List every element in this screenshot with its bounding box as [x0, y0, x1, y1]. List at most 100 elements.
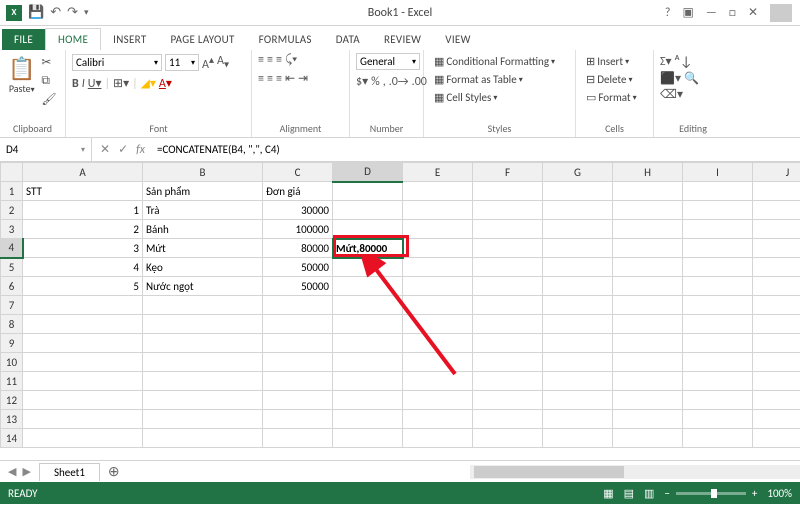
col-header[interactable]: E [403, 163, 473, 182]
font-color-icon[interactable]: A▾ [159, 76, 172, 91]
indent-decrease-icon[interactable]: ⇤ [285, 71, 295, 86]
cancel-formula-icon[interactable]: ✕ [100, 142, 110, 157]
tab-formulas[interactable]: FORMULAS [247, 29, 324, 50]
fx-icon[interactable]: fx [136, 143, 145, 157]
format-as-table-button[interactable]: ▦Format as Table▾ [430, 71, 527, 88]
orientation-icon[interactable]: ⤹▾ [285, 53, 297, 67]
qat-dropdown-icon[interactable]: ▾ [84, 7, 89, 18]
align-right-icon[interactable]: ≡ [276, 72, 282, 86]
delete-cells-button[interactable]: ⊟Delete▾ [582, 71, 636, 88]
sheet-tab-sheet1[interactable]: Sheet1 [39, 463, 100, 481]
group-cells: Cells [582, 122, 647, 136]
col-header[interactable]: B [143, 163, 263, 182]
format-painter-icon[interactable]: 🖌 [41, 92, 56, 107]
col-header[interactable]: G [543, 163, 613, 182]
col-header[interactable]: D [333, 163, 403, 182]
delete-icon: ⊟ [586, 73, 595, 86]
number-format-combo[interactable]: General▾ [356, 53, 420, 70]
status-bar: READY ▦ ▤ ▥ − + 100% [0, 482, 800, 504]
underline-button[interactable]: U▾ [88, 76, 102, 91]
comma-icon[interactable]: , [383, 75, 386, 89]
autosum-icon[interactable]: Σ▾ [660, 54, 672, 69]
bold-button[interactable]: B [72, 77, 79, 91]
zoom-out-icon[interactable]: − [664, 487, 669, 500]
font-name-combo[interactable]: Calibri▾ [72, 54, 162, 71]
border-icon[interactable]: ⊞▾ [113, 76, 129, 91]
group-styles: Styles [430, 122, 569, 136]
tab-page-layout[interactable]: PAGE LAYOUT [158, 29, 246, 50]
format-icon: ▭ [586, 91, 596, 104]
align-middle-icon[interactable]: ≡ [267, 53, 273, 67]
tab-view[interactable]: VIEW [433, 29, 482, 50]
increase-decimal-icon[interactable]: .0→ [389, 75, 409, 89]
grid[interactable]: A B C D E F G H I J 1STTSản phẩmĐơn giá … [0, 162, 800, 460]
cell-styles-button[interactable]: ▦Cell Styles▾ [430, 89, 501, 106]
indent-increase-icon[interactable]: ⇥ [298, 71, 308, 86]
grow-font-icon[interactable]: A▴ [202, 53, 214, 72]
undo-icon[interactable]: ↶ [50, 5, 61, 20]
account-icon[interactable] [770, 4, 792, 22]
enter-formula-icon[interactable]: ✓ [118, 142, 128, 157]
font-size-combo[interactable]: 11▾ [165, 54, 199, 71]
col-header[interactable]: A [23, 163, 143, 182]
clear-icon[interactable]: ⌫▾ [660, 87, 683, 102]
table-icon: ▦ [434, 73, 444, 86]
redo-icon[interactable]: ↷ [67, 5, 78, 20]
group-clipboard: Clipboard [6, 122, 59, 136]
paste-button[interactable]: 📋Paste▾ [6, 53, 37, 97]
tab-data[interactable]: DATA [324, 29, 372, 50]
formula-bar: D4▾ ✕ ✓ fx =CONCATENATE(B4, ",", C4) [0, 138, 800, 162]
cell-d4[interactable]: Mứt,80000 [333, 239, 403, 258]
horizontal-scrollbar[interactable] [470, 465, 800, 479]
insert-cells-button[interactable]: ⊞Insert▾ [582, 53, 633, 70]
align-top-icon[interactable]: ≡ [258, 53, 264, 67]
shrink-font-icon[interactable]: A▾ [217, 54, 229, 70]
col-header[interactable]: F [473, 163, 543, 182]
align-center-icon[interactable]: ≡ [267, 72, 273, 86]
tab-home[interactable]: HOME [45, 28, 101, 50]
formula-input[interactable]: =CONCATENATE(B4, ",", C4) [153, 138, 800, 161]
view-page-layout-icon[interactable]: ▤ [624, 487, 634, 500]
col-header[interactable]: C [263, 163, 333, 182]
copy-icon[interactable]: ⧉ [41, 74, 56, 88]
tab-review[interactable]: REVIEW [372, 29, 433, 50]
zoom-in-icon[interactable]: + [752, 487, 757, 500]
ribbon-display-icon[interactable]: ▣ [682, 5, 693, 20]
italic-button[interactable]: I [82, 77, 85, 91]
tab-insert[interactable]: INSERT [101, 29, 158, 50]
sheet-next-icon[interactable]: ▶ [22, 465, 30, 478]
col-header[interactable]: H [613, 163, 683, 182]
percent-icon[interactable]: % [371, 75, 380, 89]
cond-fmt-icon: ▦ [434, 55, 444, 68]
close-icon[interactable]: ✕ [748, 5, 758, 20]
tab-file[interactable]: FILE [2, 29, 45, 50]
title-bar: X 💾 ↶ ↷ ▾ Book1 - Excel ? ▣ — □ ✕ [0, 0, 800, 26]
minimize-icon[interactable]: — [706, 6, 717, 20]
fill-icon[interactable]: ⬛▾ [660, 71, 681, 86]
sheet-prev-icon[interactable]: ◀ [8, 465, 16, 478]
save-icon[interactable]: 💾 [28, 5, 44, 20]
fill-color-icon[interactable]: ◢▾ [141, 76, 156, 91]
help-icon[interactable]: ? [665, 6, 671, 20]
conditional-formatting-button[interactable]: ▦Conditional Formatting▾ [430, 53, 559, 70]
name-box[interactable]: D4▾ [0, 138, 92, 161]
sort-filter-icon[interactable]: ᴬ↓ [675, 53, 693, 70]
cut-icon[interactable]: ✂ [41, 55, 56, 70]
zoom-slider[interactable]: − + [664, 487, 757, 500]
zoom-level[interactable]: 100% [767, 487, 792, 500]
view-normal-icon[interactable]: ▦ [603, 487, 613, 500]
view-page-break-icon[interactable]: ▥ [644, 487, 654, 500]
group-editing: Editing [660, 122, 726, 136]
maximize-icon[interactable]: □ [729, 6, 736, 20]
find-select-icon[interactable]: 🔍 [684, 71, 699, 86]
accounting-icon[interactable]: $▾ [356, 74, 368, 89]
col-header[interactable]: I [683, 163, 753, 182]
cell-styles-icon: ▦ [434, 91, 444, 104]
format-cells-button[interactable]: ▭Format▾ [582, 89, 641, 106]
align-bottom-icon[interactable]: ≡ [276, 53, 282, 67]
col-header[interactable]: J [753, 163, 800, 182]
new-sheet-button[interactable]: ⊕ [100, 463, 128, 480]
align-left-icon[interactable]: ≡ [258, 72, 264, 86]
excel-icon: X [6, 5, 22, 21]
select-all[interactable] [1, 163, 23, 182]
